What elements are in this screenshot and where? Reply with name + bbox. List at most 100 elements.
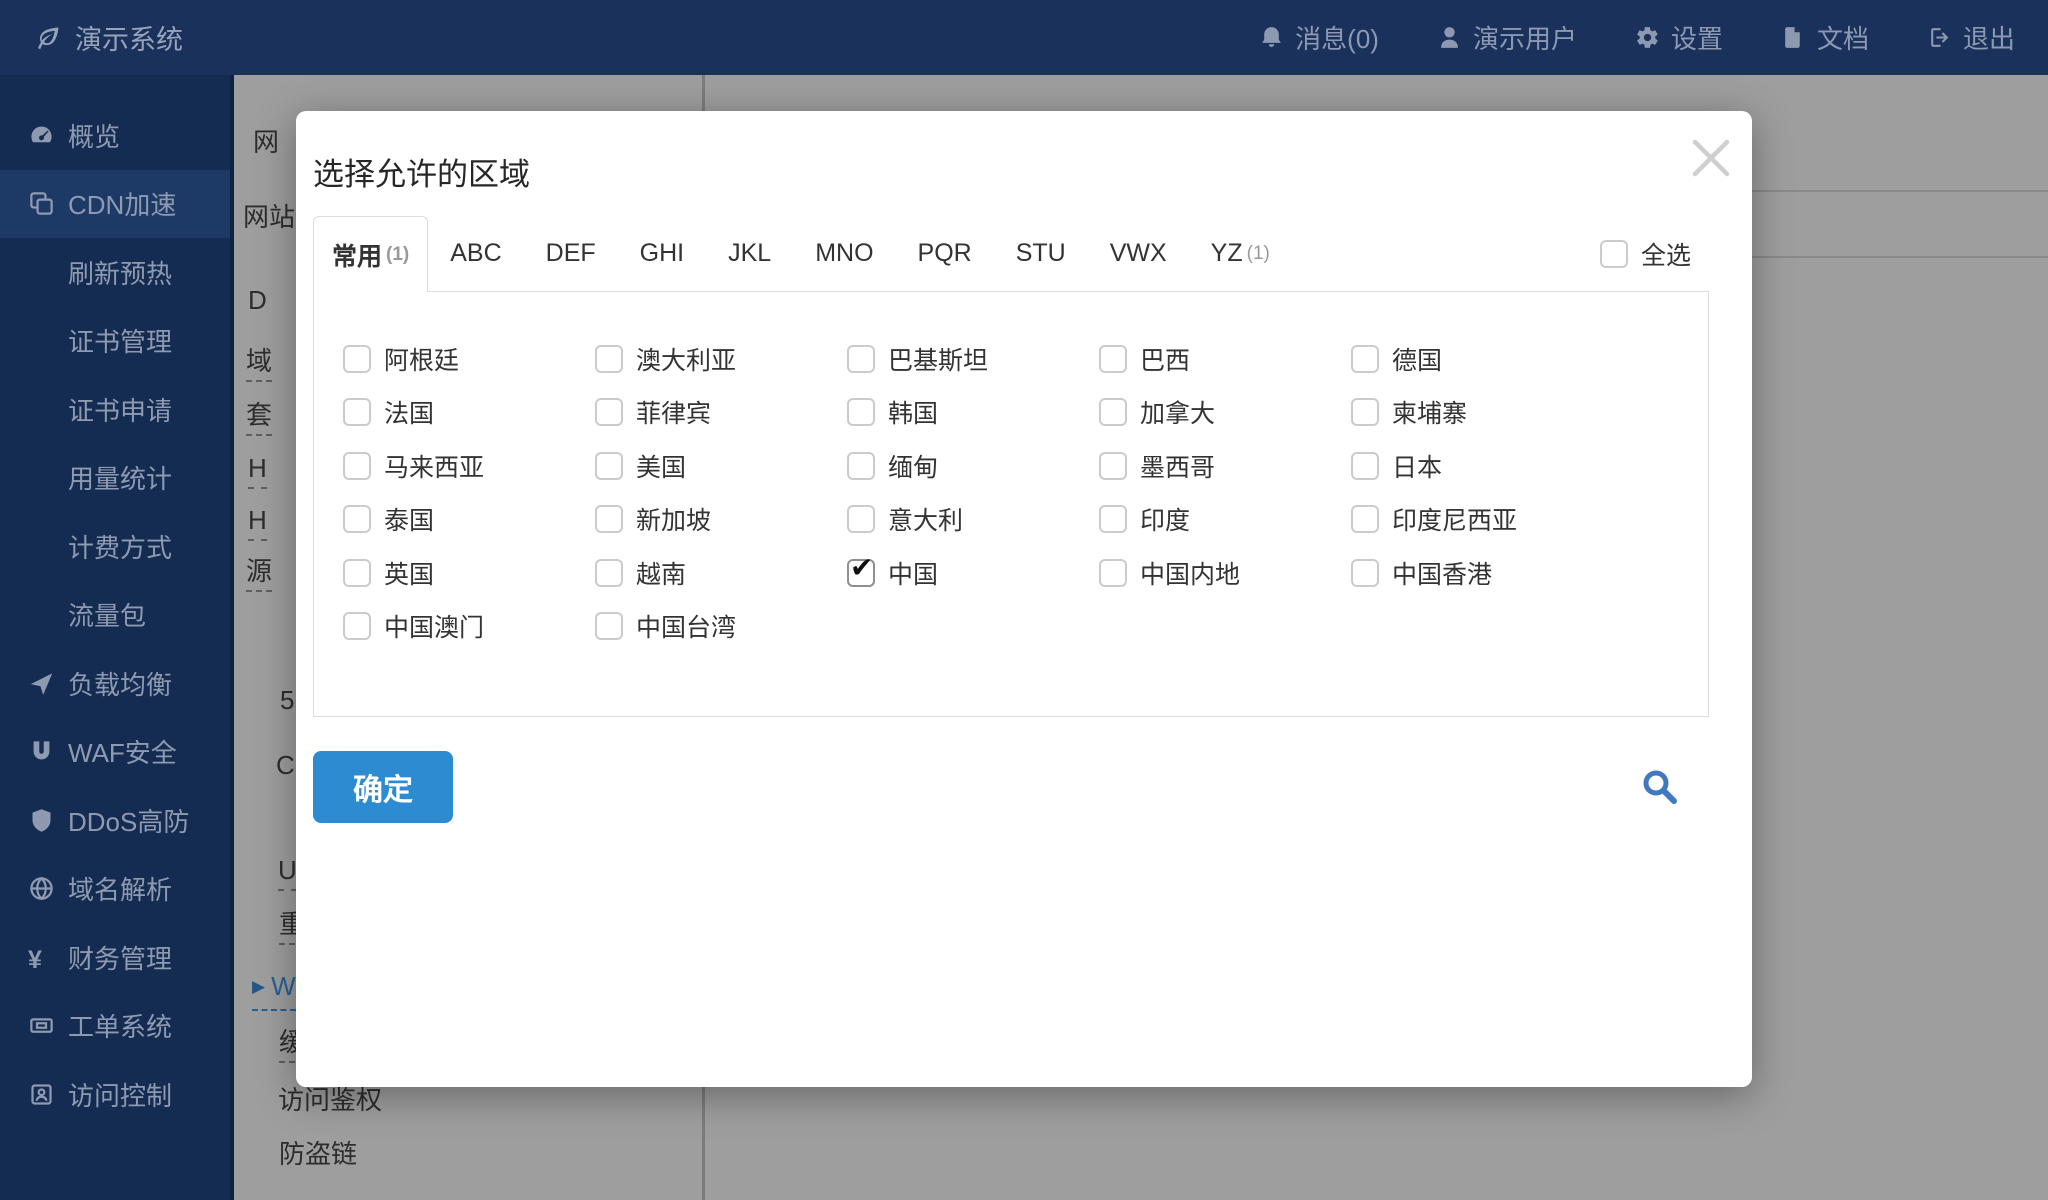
region-option[interactable]: 缅甸 xyxy=(847,448,1099,484)
region-option[interactable]: 印度 xyxy=(1099,501,1351,537)
region-option[interactable]: 巴西 xyxy=(1099,341,1351,377)
sidebar-item-ddos[interactable]: DDoS高防 xyxy=(0,786,230,855)
tab-label: MNO xyxy=(815,239,874,267)
region-option[interactable]: 马来西亚 xyxy=(343,448,595,484)
checkbox[interactable] xyxy=(343,451,371,480)
app-logo[interactable]: 演示系统 xyxy=(0,18,183,57)
checkbox[interactable] xyxy=(847,344,875,373)
sidebar-item-usage-stats[interactable]: 用量统计 xyxy=(0,444,230,513)
checkbox[interactable] xyxy=(1599,239,1628,268)
region-option[interactable]: 中国香港 xyxy=(1351,555,1603,591)
checkbox[interactable] xyxy=(1099,398,1127,427)
checkbox[interactable] xyxy=(595,398,623,427)
select-all-label: 全选 xyxy=(1640,241,1691,270)
sidebar-item-label: 域名解析 xyxy=(68,875,173,906)
select-all-checkbox[interactable]: 全选 xyxy=(1599,216,1691,291)
region-option[interactable]: 韩国 xyxy=(847,394,1099,430)
checkbox[interactable] xyxy=(847,398,875,427)
sidebar-item-tickets[interactable]: 工单系统 xyxy=(0,992,230,1061)
checkbox[interactable] xyxy=(1099,505,1127,534)
topbar-menu: 消息(0) 演示用户 设置 文档 退出 xyxy=(1259,19,2048,56)
sidebar-item-billing-method[interactable]: 计费方式 xyxy=(0,512,230,581)
sidebar: 概览 CDN加速 刷新预热证书管理证书申请 用量统计 计费方式 流量包 负载均衡 WAF安全 D… xyxy=(0,75,230,1200)
tab-PQR[interactable]: PQR xyxy=(896,216,994,291)
checkbox[interactable] xyxy=(343,558,371,587)
region-option[interactable]: 柬埔寨 xyxy=(1351,394,1603,430)
search-icon[interactable] xyxy=(1637,764,1683,810)
sidebar-item-overview[interactable]: 概览 xyxy=(0,101,230,170)
region-option[interactable]: 日本 xyxy=(1351,448,1603,484)
region-option[interactable]: 巴基斯坦 xyxy=(847,341,1099,377)
checkbox[interactable] xyxy=(595,612,623,641)
tab-count: (1) xyxy=(1246,242,1270,264)
checkbox[interactable] xyxy=(343,344,371,373)
checkbox[interactable] xyxy=(1351,558,1379,587)
sidebar-item-access-control[interactable]: 访问控制 xyxy=(0,1060,230,1129)
region-option[interactable]: 德国 xyxy=(1351,341,1603,377)
tab-ABC[interactable]: ABC xyxy=(428,216,523,291)
checkbox[interactable] xyxy=(1351,344,1379,373)
tab-DEF[interactable]: DEF xyxy=(524,216,618,291)
region-option[interactable]: 泰国 xyxy=(343,501,595,537)
checkbox[interactable] xyxy=(1099,558,1127,587)
tab-GHI[interactable]: GHI xyxy=(618,216,706,291)
menu-item-settings[interactable]: 设置 xyxy=(1635,19,1723,56)
region-option[interactable]: 法国 xyxy=(343,394,595,430)
sidebar-item-cdn[interactable]: CDN加速 xyxy=(0,169,230,238)
tab-JKL[interactable]: JKL xyxy=(706,216,793,291)
region-option[interactable]: 新加坡 xyxy=(595,501,847,537)
checkbox[interactable] xyxy=(595,344,623,373)
region-option[interactable]: 加拿大 xyxy=(1099,394,1351,430)
tab-YZ[interactable]: YZ (1) xyxy=(1189,216,1292,291)
checkbox[interactable] xyxy=(847,451,875,480)
checkbox[interactable] xyxy=(343,505,371,534)
sidebar-item-finance[interactable]: ¥ 财务管理 xyxy=(0,923,230,992)
confirm-button[interactable]: 确定 xyxy=(313,751,453,823)
region-option[interactable]: 印度尼西亚 xyxy=(1351,501,1603,537)
checkbox[interactable] xyxy=(1099,344,1127,373)
sidebar-item-label: 证书管理 xyxy=(68,327,173,358)
menu-item-user[interactable]: 演示用户 xyxy=(1437,19,1577,56)
region-option[interactable]: 澳大利亚 xyxy=(595,341,847,377)
sidebar-item-cert-manage[interactable]: 证书管理 xyxy=(0,307,230,376)
sidebar-item-dns[interactable]: 域名解析 xyxy=(0,855,230,924)
menu-item-logout[interactable]: 退出 xyxy=(1927,19,2015,56)
region-option[interactable]: 墨西哥 xyxy=(1099,448,1351,484)
menu-item-messages[interactable]: 消息(0) xyxy=(1259,19,1379,56)
region-option[interactable]: 中国台湾 xyxy=(595,608,847,644)
region-label: 加拿大 xyxy=(1140,400,1216,429)
region-option[interactable]: 意大利 xyxy=(847,501,1099,537)
checkbox[interactable] xyxy=(343,612,371,641)
sidebar-item-load-balance[interactable]: 负载均衡 xyxy=(0,649,230,718)
tab-常用[interactable]: 常用 (1) xyxy=(313,216,429,292)
sidebar-item-refresh-preheat[interactable]: 刷新预热 xyxy=(0,238,230,307)
checkbox[interactable] xyxy=(847,505,875,534)
sidebar-item-waf[interactable]: WAF安全 xyxy=(0,718,230,787)
region-option[interactable]: ✔ 中国 xyxy=(847,553,1099,591)
checkbox[interactable] xyxy=(1351,451,1379,480)
checkbox[interactable] xyxy=(595,558,623,587)
region-option[interactable]: 菲律宾 xyxy=(595,394,847,430)
sidebar-item-cert-apply[interactable]: 证书申请 xyxy=(0,375,230,444)
region-option[interactable]: 中国内地 xyxy=(1099,555,1351,591)
tab-VWX[interactable]: VWX xyxy=(1088,216,1189,291)
close-icon[interactable] xyxy=(1688,135,1734,181)
checkbox[interactable] xyxy=(595,451,623,480)
region-label: 泰国 xyxy=(384,507,435,536)
sidebar-item-traffic-pack[interactable]: 流量包 xyxy=(0,581,230,650)
tab-MNO[interactable]: MNO xyxy=(793,216,895,291)
checkbox[interactable] xyxy=(1099,451,1127,480)
region-option[interactable]: 英国 xyxy=(343,555,595,591)
checkbox[interactable] xyxy=(595,505,623,534)
region-option[interactable]: 中国澳门 xyxy=(343,608,595,644)
tab-STU[interactable]: STU xyxy=(994,216,1088,291)
menu-item-docs[interactable]: 文档 xyxy=(1781,19,1869,56)
region-option[interactable]: 美国 xyxy=(595,448,847,484)
checkbox-checked[interactable]: ✔ xyxy=(847,553,875,587)
region-option[interactable]: 越南 xyxy=(595,555,847,591)
ticket-icon xyxy=(28,1012,55,1039)
checkbox[interactable] xyxy=(1351,398,1379,427)
checkbox[interactable] xyxy=(1351,505,1379,534)
checkbox[interactable] xyxy=(343,398,371,427)
region-option[interactable]: 阿根廷 xyxy=(343,341,595,377)
